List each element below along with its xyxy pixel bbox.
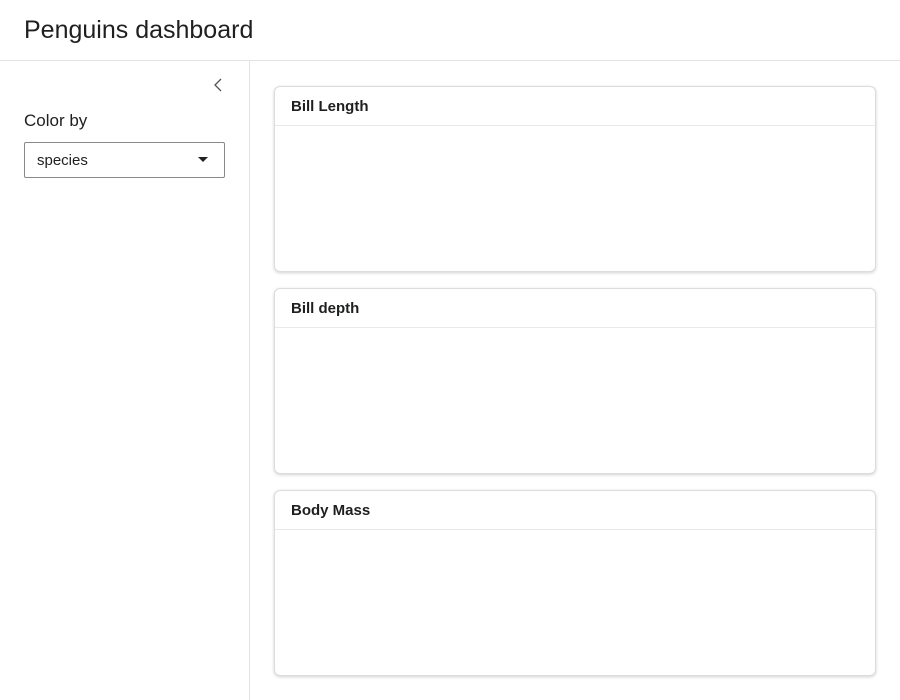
sidebar: Color by species bbox=[0, 61, 250, 700]
card-title-bill-depth: Bill depth bbox=[275, 289, 875, 328]
chevron-left-icon bbox=[214, 78, 222, 92]
card-body-body-mass bbox=[275, 530, 875, 675]
sidebar-collapse-button[interactable] bbox=[208, 75, 228, 95]
card-body-bill-length bbox=[275, 126, 875, 271]
color-by-select[interactable]: species bbox=[24, 142, 225, 178]
card-body-bill-depth bbox=[275, 328, 875, 473]
card-body-mass: Body Mass bbox=[274, 490, 876, 676]
card-title-body-mass: Body Mass bbox=[275, 491, 875, 530]
page-title: Penguins dashboard bbox=[24, 16, 254, 44]
page-header: Penguins dashboard bbox=[0, 0, 900, 61]
main-content: Bill Length Bill depth Body Mass bbox=[250, 61, 900, 700]
color-by-selected-value: species bbox=[37, 152, 88, 169]
card-title-bill-length: Bill Length bbox=[275, 87, 875, 126]
caret-down-icon bbox=[198, 157, 208, 162]
card-bill-depth: Bill depth bbox=[274, 288, 876, 474]
card-bill-length: Bill Length bbox=[274, 86, 876, 272]
color-by-label: Color by bbox=[24, 111, 88, 130]
